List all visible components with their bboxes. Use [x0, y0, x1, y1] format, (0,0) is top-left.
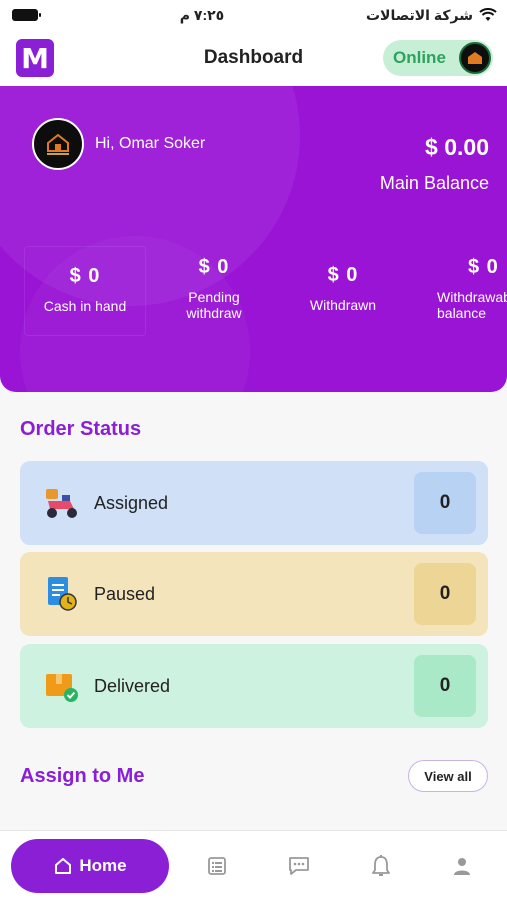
status-time: ٧:٢٥ م: [179, 6, 225, 23]
balance-stats: $ 0 Cash in hand $ 0 Pending withdraw $ …: [24, 246, 507, 336]
chat-icon: [289, 857, 309, 875]
order-card-paused[interactable]: Paused 0: [20, 552, 488, 636]
stat-withdrawn: $ 0 Withdrawn: [282, 246, 404, 336]
order-count-delivered: 0: [414, 655, 476, 717]
battery-icon: [12, 9, 41, 21]
user-greeting: Hi, Omar Soker: [95, 135, 206, 152]
nav-orders-tab[interactable]: [204, 853, 230, 879]
document-clock-icon: [42, 574, 82, 614]
stat-value: $ 0: [468, 256, 499, 278]
package-check-icon: [42, 666, 82, 706]
status-bar: ٧:٢٥ م شركة الاتصالات: [0, 0, 507, 30]
bottom-nav: Home: [0, 830, 507, 900]
stat-label: Withdrawn: [309, 297, 377, 313]
stat-value: $ 0: [327, 264, 359, 286]
stat-label: Cash in hand: [43, 298, 127, 314]
order-label-paused: Paused: [94, 583, 156, 604]
assign-to-me-title: Assign to Me: [20, 765, 145, 787]
order-count-paused: 0: [414, 563, 476, 625]
stat-value: $ 0: [198, 256, 230, 278]
balance-card: Hi, Omar Soker $ 0.00 Main Balance $ 0 C…: [0, 86, 507, 392]
stat-pending-withdraw: $ 0 Pending withdraw: [153, 246, 275, 336]
order-status-title: Order Status: [20, 418, 142, 440]
online-toggle[interactable]: Online: [383, 40, 493, 76]
order-label-delivered: Delivered: [94, 675, 171, 696]
carrier-info: شركة الاتصالات: [366, 7, 497, 24]
main-balance-amount: $ 0.00: [425, 134, 489, 160]
order-card-delivered[interactable]: Delivered 0: [20, 644, 488, 728]
stat-cash-in-hand: $ 0 Cash in hand: [24, 246, 146, 336]
store-avatar-icon: [459, 42, 491, 74]
bell-icon: [372, 855, 390, 876]
carrier-name: شركة الاتصالات: [365, 6, 473, 23]
stat-label: Withdrawable balance: [437, 289, 507, 321]
stat-value: $ 0: [69, 265, 101, 287]
online-status-label: Online: [393, 48, 446, 67]
store-logo-icon: [47, 133, 69, 155]
stat-label: Pending withdraw: [186, 289, 242, 321]
nav-home-label: Home: [79, 856, 127, 875]
app-header: M Dashboard Online: [0, 30, 507, 86]
view-all-button[interactable]: View all: [408, 760, 488, 792]
home-icon: [55, 858, 72, 874]
order-count-assigned: 0: [414, 472, 476, 534]
nav-profile-tab[interactable]: [449, 853, 475, 879]
order-card-assigned[interactable]: Assigned 0: [20, 461, 488, 545]
nav-home-tab[interactable]: Home: [11, 839, 169, 893]
order-label-assigned: Assigned: [94, 492, 169, 513]
user-icon: [454, 858, 470, 875]
nav-notifications-tab[interactable]: [368, 853, 394, 879]
nav-messages-tab[interactable]: [286, 853, 312, 879]
app-logo: M: [16, 39, 54, 77]
list-icon: [208, 857, 226, 875]
user-avatar[interactable]: [32, 118, 84, 170]
wifi-icon: [479, 8, 497, 21]
stat-withdrawable-balance: $ 0 Withdrawable balance: [408, 246, 507, 336]
main-balance-label: Main Balance: [379, 173, 489, 193]
scooter-icon: [42, 483, 82, 523]
